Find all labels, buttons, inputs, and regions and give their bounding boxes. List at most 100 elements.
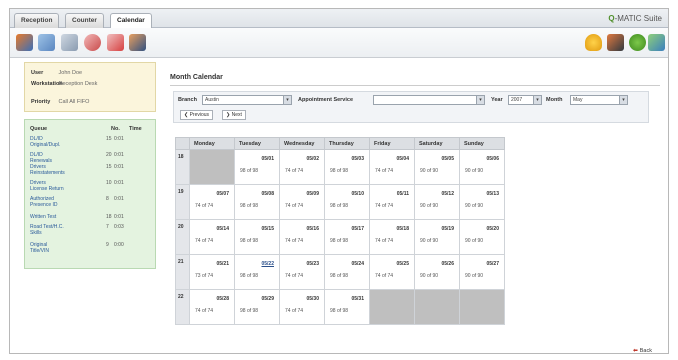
calendar-date: 05/30 bbox=[306, 296, 319, 302]
calendar-day-cell[interactable]: 05/19 90 of 90 bbox=[414, 219, 460, 255]
next-button[interactable]: ❯ Next bbox=[222, 110, 246, 120]
queue-name: Original Title/VIN bbox=[30, 242, 49, 254]
search-icon[interactable] bbox=[107, 34, 124, 51]
calendar-day-cell[interactable]: 05/09 74 of 74 bbox=[279, 184, 325, 220]
calendar-slots: 98 of 98 bbox=[330, 203, 349, 209]
calendar-day-cell[interactable]: 05/25 74 of 74 bbox=[369, 254, 415, 290]
app-window: Reception Counter Calendar Q-MATIC Suite… bbox=[9, 8, 669, 354]
queue-header-name: Queue bbox=[30, 126, 48, 132]
calendar-date: 05/01 bbox=[261, 156, 274, 162]
calendar-slots: 98 of 98 bbox=[240, 273, 259, 279]
calendar-empty-cell bbox=[459, 289, 505, 325]
calendar-day-cell[interactable]: 05/06 90 of 90 bbox=[459, 149, 505, 185]
calendar-slots: 98 of 98 bbox=[330, 273, 349, 279]
calendar-slots: 74 of 74 bbox=[285, 238, 304, 244]
queue-name: DL/ID Original/Dupl. bbox=[30, 136, 61, 148]
calendar-date: 05/14 bbox=[216, 226, 229, 232]
calendar-day-cell[interactable]: 05/27 90 of 90 bbox=[459, 254, 505, 290]
queue-count: 15 bbox=[106, 136, 112, 142]
calendar-day-cell[interactable]: 05/15 98 of 98 bbox=[234, 219, 280, 255]
calendar-day-cell[interactable]: 05/29 98 of 98 bbox=[234, 289, 280, 325]
calendar-date: 05/05 bbox=[441, 156, 454, 162]
calendar-day-cell[interactable]: 05/16 74 of 74 bbox=[279, 219, 325, 255]
queue-row[interactable]: Drivers License Return 10 0:01 bbox=[30, 180, 126, 192]
previous-button[interactable]: ❮ Previous bbox=[180, 110, 214, 120]
calendar-day-cell[interactable]: 05/12 90 of 90 bbox=[414, 184, 460, 220]
calendar-day-cell[interactable]: 05/28 74 of 74 bbox=[189, 289, 235, 325]
calendar-day-cell[interactable]: 05/21 73 of 74 bbox=[189, 254, 235, 290]
calendar-date: 05/29 bbox=[261, 296, 274, 302]
calendar-day-cell[interactable]: 05/05 90 of 90 bbox=[414, 149, 460, 185]
queue-row[interactable]: Original Title/VIN 9 0:00 bbox=[30, 242, 126, 254]
queue-name: Road Test/H.C. Skills bbox=[30, 224, 64, 236]
queue-row[interactable]: DL/ID Original/Dupl. 15 0:01 bbox=[30, 136, 126, 148]
calendar-date: 05/03 bbox=[351, 156, 364, 162]
calendar-day-cell[interactable]: 05/10 98 of 98 bbox=[324, 184, 370, 220]
calendar-day-cell[interactable]: 05/23 74 of 74 bbox=[279, 254, 325, 290]
tab-calendar[interactable]: Calendar bbox=[110, 13, 152, 29]
year-select[interactable]: 2007 ▾ bbox=[508, 95, 542, 105]
bell-icon[interactable] bbox=[585, 34, 602, 51]
calendar-day-cell[interactable]: 05/13 90 of 90 bbox=[459, 184, 505, 220]
calendar-day-cell[interactable]: 05/03 98 of 98 bbox=[324, 149, 370, 185]
calendar-slots: 74 of 74 bbox=[195, 238, 214, 244]
users-icon[interactable] bbox=[129, 34, 146, 51]
calendar-day-cell[interactable]: 05/18 74 of 74 bbox=[369, 219, 415, 255]
calendar-day-cell[interactable]: 05/01 98 of 98 bbox=[234, 149, 280, 185]
calendar-day-cell[interactable]: 05/07 74 of 74 bbox=[189, 184, 235, 220]
calendar-day-cell[interactable]: 05/26 90 of 90 bbox=[414, 254, 460, 290]
queue-header-count: No. bbox=[111, 126, 120, 132]
service-select[interactable]: ▾ bbox=[373, 95, 485, 105]
logout-icon[interactable] bbox=[648, 34, 665, 51]
workstation-label: Workstation bbox=[31, 81, 63, 87]
tab-counter[interactable]: Counter bbox=[65, 13, 104, 28]
calendar-day-cell[interactable]: 05/31 98 of 98 bbox=[324, 289, 370, 325]
calendar-day-cell[interactable]: 05/20 90 of 90 bbox=[459, 219, 505, 255]
previous-label: Previous bbox=[189, 112, 210, 118]
brand-name: -MATIC Suite bbox=[614, 14, 662, 23]
calendar-day-cell[interactable]: 05/04 74 of 74 bbox=[369, 149, 415, 185]
queue-row[interactable]: Road Test/H.C. Skills 7 0:03 bbox=[30, 224, 126, 236]
calendar-day-cell[interactable]: 05/02 74 of 74 bbox=[279, 149, 325, 185]
back-button[interactable]: ⬅ Back bbox=[633, 348, 652, 354]
queue-name: DL/ID Renewals bbox=[30, 152, 52, 164]
queue-row[interactable]: Authorized Presence ID 8 0:01 bbox=[30, 196, 126, 208]
queue-row[interactable]: Drivers Reinstatements 15 0:01 bbox=[30, 164, 126, 176]
month-value: May bbox=[573, 97, 583, 103]
queue-time: 0:01 bbox=[114, 180, 124, 186]
calendar-day-cell[interactable]: 05/30 74 of 74 bbox=[279, 289, 325, 325]
calendar-day-cell[interactable]: 05/14 74 of 74 bbox=[189, 219, 235, 255]
calendar-day-cell[interactable]: 05/08 98 of 98 bbox=[234, 184, 280, 220]
calendar-slots: 90 of 90 bbox=[420, 273, 439, 279]
calendar-date: 05/11 bbox=[396, 191, 409, 197]
queue-time: 0:01 bbox=[114, 136, 124, 142]
week-header bbox=[175, 137, 190, 150]
calendar-day-cell[interactable]: 05/24 98 of 98 bbox=[324, 254, 370, 290]
chevron-down-icon: ▾ bbox=[476, 96, 484, 104]
user-settings-icon[interactable] bbox=[607, 34, 624, 51]
calendar-day-cell[interactable]: 05/22 98 of 98 bbox=[234, 254, 280, 290]
calendar-week-row: 21 05/21 73 of 74 05/22 98 of 98 05/23 74 of 7… bbox=[175, 254, 505, 290]
list-icon[interactable] bbox=[38, 34, 55, 51]
calendar-header-row: Monday Tuesday Wednesday Thursday Friday… bbox=[175, 137, 505, 150]
calendar-date: 05/26 bbox=[441, 261, 454, 267]
calendar-date[interactable]: 05/22 bbox=[261, 261, 274, 267]
day-header: Wednesday bbox=[279, 137, 325, 150]
toolbar bbox=[10, 28, 668, 58]
month-select[interactable]: May ▾ bbox=[570, 95, 628, 105]
calendar-day-cell[interactable]: 05/17 98 of 98 bbox=[324, 219, 370, 255]
help-icon[interactable] bbox=[629, 34, 646, 51]
queue-row[interactable]: Written Test 18 0:01 bbox=[30, 214, 126, 220]
branch-select[interactable]: Austin ▾ bbox=[202, 95, 292, 105]
calendar-day-cell[interactable]: 05/11 74 of 74 bbox=[369, 184, 415, 220]
queue-icon[interactable] bbox=[16, 34, 33, 51]
queue-time: 0:03 bbox=[114, 224, 124, 230]
calendar-date: 05/31 bbox=[351, 296, 364, 302]
tab-reception[interactable]: Reception bbox=[14, 13, 60, 28]
day-header: Friday bbox=[369, 137, 415, 150]
queue-header-time: Time bbox=[129, 126, 142, 132]
document-icon[interactable] bbox=[61, 34, 78, 51]
refresh-icon[interactable] bbox=[84, 34, 101, 51]
page-title: Month Calendar bbox=[170, 74, 223, 81]
queue-row[interactable]: DL/ID Renewals 20 0:01 bbox=[30, 152, 126, 164]
